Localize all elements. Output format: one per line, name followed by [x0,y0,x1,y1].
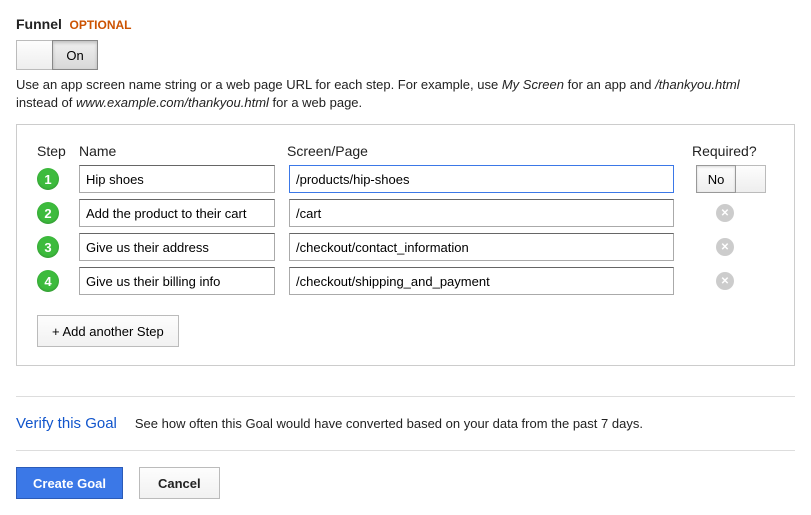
step-name-input[interactable] [79,199,275,227]
step-name-input[interactable] [79,233,275,261]
verify-goal-link[interactable]: Verify this Goal [16,415,117,432]
cancel-button[interactable]: Cancel [139,467,220,499]
step-row: 3 [37,233,774,261]
step-right-slot [688,204,774,222]
funnel-header: Funnel OPTIONAL [16,16,795,32]
funnel-help-text: Use an app screen name string or a web p… [16,76,776,112]
required-yes-button[interactable] [736,165,766,193]
help-example-1: My Screen [502,77,564,92]
funnel-title: Funnel [16,16,62,32]
add-step-button[interactable]: + Add another Step [37,315,179,347]
column-headers: Step Name Screen/Page Required? [37,143,774,159]
step-screen-input[interactable] [289,233,674,261]
step-screen-input[interactable] [289,267,674,295]
verify-goal-description: See how often this Goal would have conve… [135,416,643,431]
divider [16,450,795,451]
step-name-input[interactable] [79,165,275,193]
funnel-toggle-off[interactable] [16,40,52,70]
step-right-slot [688,238,774,256]
delete-step-button[interactable] [716,272,734,290]
step-screen-input[interactable] [289,199,674,227]
step-right-slot: No [688,165,774,193]
required-toggle[interactable]: No [696,165,766,193]
step-number-badge: 4 [37,270,59,292]
step-row: 4 [37,267,774,295]
divider [16,396,795,397]
help-example-2: /thankyou.html [655,77,740,92]
funnel-optional-label: OPTIONAL [70,18,132,32]
delete-step-button[interactable] [716,238,734,256]
header-screen: Screen/Page [287,143,688,159]
action-row: Create Goal Cancel [16,467,795,499]
create-goal-button[interactable]: Create Goal [16,467,123,499]
help-example-3: www.example.com/thankyou.html [76,95,269,110]
step-row: 2 [37,199,774,227]
header-step: Step [37,143,79,159]
delete-step-button[interactable] [716,204,734,222]
step-row: 1 No [37,165,774,193]
step-right-slot [688,272,774,290]
funnel-toggle-on[interactable]: On [52,40,98,70]
step-number-badge: 3 [37,236,59,258]
header-name: Name [79,143,287,159]
help-post: for a web page. [269,95,362,110]
step-number-badge: 1 [37,168,59,190]
help-mid2: instead of [16,95,76,110]
funnel-steps-container: Step Name Screen/Page Required? 1 No 2 3 4 +… [16,124,795,366]
header-required: Required? [688,143,774,159]
help-pre: Use an app screen name string or a web p… [16,77,502,92]
step-screen-input[interactable] [289,165,674,193]
verify-row: Verify this Goal See how often this Goal… [16,415,795,432]
funnel-toggle[interactable]: On [16,40,98,70]
required-no-button[interactable]: No [696,165,736,193]
step-name-input[interactable] [79,267,275,295]
step-number-badge: 2 [37,202,59,224]
help-mid: for an app and [564,77,655,92]
